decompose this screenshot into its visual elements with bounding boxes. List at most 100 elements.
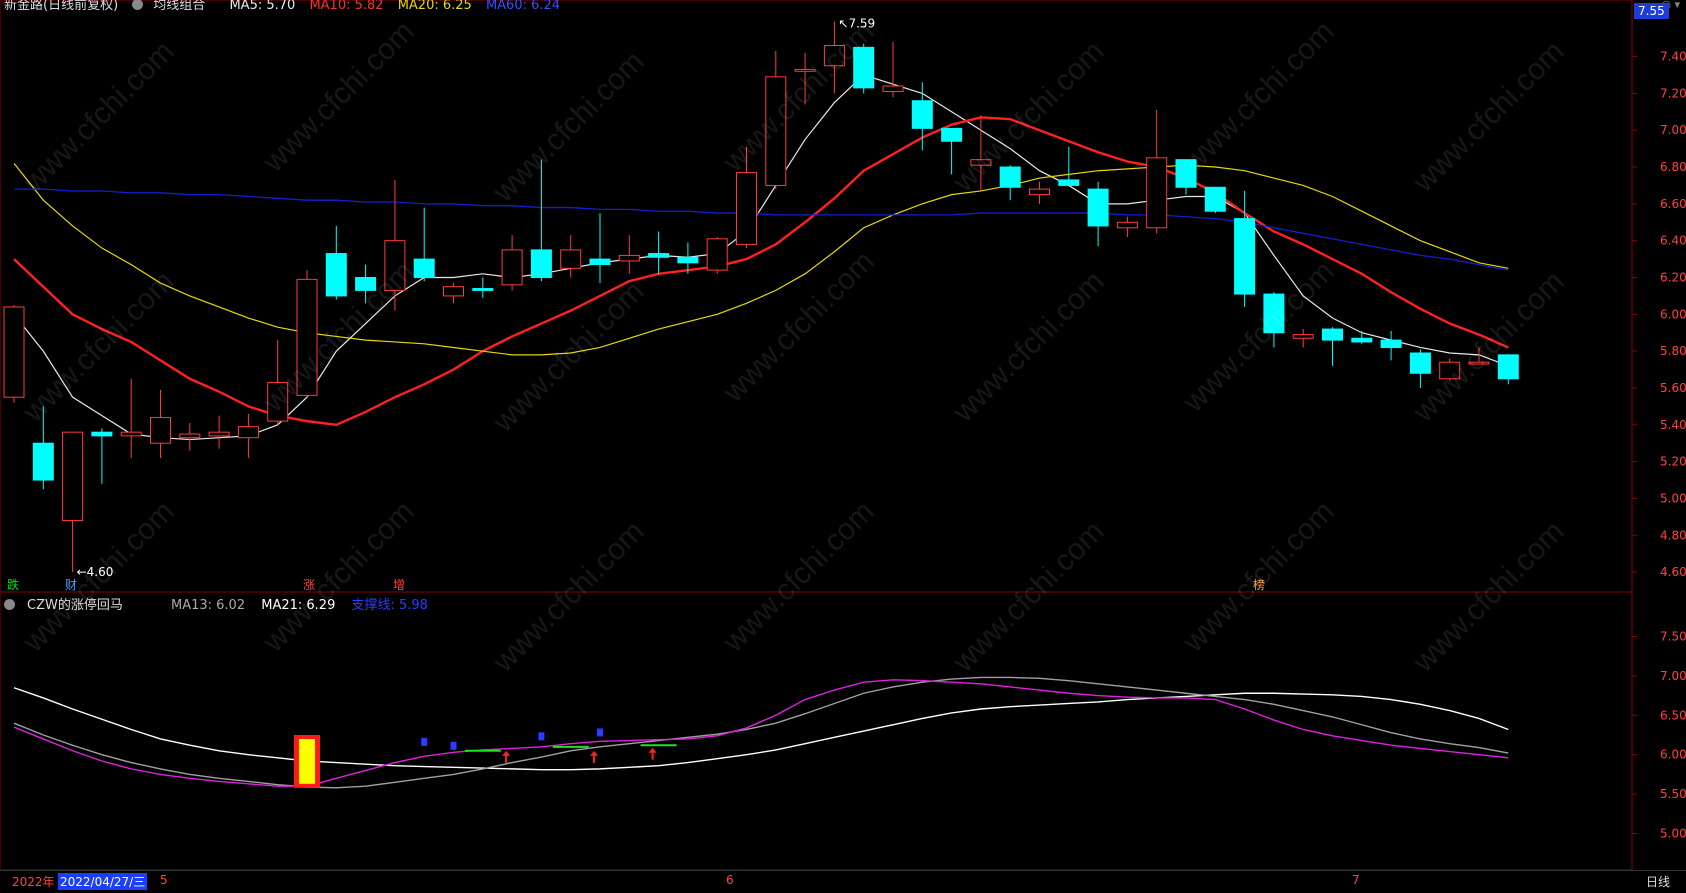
candle-up <box>794 68 816 72</box>
blue-signal-mark <box>538 732 545 741</box>
price-tick-label: 4.80 <box>1660 528 1686 542</box>
sub-indicator-name[interactable]: CZW的涨停回马 <box>27 598 123 613</box>
sub-series-line-2 <box>13 679 1509 787</box>
candle-up <box>267 381 289 422</box>
price-tick-label: 5.40 <box>1660 418 1686 432</box>
candle-up <box>736 172 757 245</box>
price-tick-label: 6.00 <box>1660 307 1686 321</box>
series-line-ma60 <box>14 188 1509 271</box>
candle-down <box>413 258 435 279</box>
buy-arrow-icon <box>590 750 598 763</box>
candle-up <box>384 240 406 291</box>
candle-down <box>648 253 670 258</box>
candle-up <box>150 416 171 444</box>
candle-up <box>970 159 992 166</box>
sub-tick-label: 7.00 <box>1660 669 1686 683</box>
price-tick-label: 7.40 <box>1660 50 1686 64</box>
event-badge-list[interactable]: 榜 <box>1252 576 1266 593</box>
candle-down <box>941 127 963 142</box>
candle-down <box>1204 186 1226 212</box>
candle-up <box>237 426 259 439</box>
year-label: 2022年 <box>12 875 55 889</box>
sub-tick-label: 5.50 <box>1660 787 1686 801</box>
candle-up <box>443 286 464 297</box>
period-label[interactable]: 日线 <box>1646 873 1670 890</box>
blue-signal-mark <box>597 728 603 737</box>
chart-canvas[interactable]: 7.40 7.20 7.00 6.80 6.60 6.40 6.20 6.00 5.80 5.60… <box>0 0 1686 892</box>
candle-down <box>32 442 54 481</box>
price-tick-label: 6.60 <box>1660 197 1686 211</box>
blue-signal-mark <box>450 741 457 750</box>
candle-down <box>1380 339 1402 348</box>
candle-down <box>1263 293 1285 334</box>
candle-down <box>1351 337 1373 343</box>
sub-series-line-0 <box>13 687 1509 771</box>
candle-down <box>853 46 875 89</box>
candle-up <box>179 433 201 439</box>
price-tick-label: 4.60 <box>1660 565 1686 579</box>
candle-down <box>589 258 611 266</box>
candle-up <box>62 431 84 522</box>
candle-down <box>1234 218 1256 295</box>
month-6-label: 6 <box>726 873 734 887</box>
price-tick-label: 5.60 <box>1660 381 1686 395</box>
sub-tick-label: 6.00 <box>1660 748 1686 762</box>
stock-title: 新金路(日线前复权) <box>4 0 119 13</box>
month-5-label: 5 <box>160 873 168 887</box>
event-badge-fall[interactable]: 跌 <box>6 576 20 593</box>
ma13-legend: MA13: 6.02 <box>170 598 246 613</box>
candle-up <box>618 254 640 262</box>
sub-tick-label: 6.50 <box>1660 708 1686 722</box>
candle-down <box>677 256 699 264</box>
price-tick-label: 6.20 <box>1660 271 1686 285</box>
candle-up <box>296 278 318 396</box>
price-tick-label: 5.80 <box>1660 344 1686 358</box>
event-badge-increase[interactable]: 增 <box>392 576 406 593</box>
price-tick-label: 5.00 <box>1660 491 1686 505</box>
candle-up <box>706 238 728 271</box>
candle-up <box>823 45 845 67</box>
candle-up <box>1029 188 1050 196</box>
high-price-label: ↖7.59 <box>838 17 875 31</box>
indicator-name[interactable]: 均线组合 <box>153 0 205 13</box>
candle-down <box>911 100 933 129</box>
candle-down <box>1058 179 1080 186</box>
support-legend: 支撑线: 5.98 <box>351 598 428 613</box>
candle-up <box>3 306 25 398</box>
dropdown-icon[interactable]: ▾ <box>1674 0 1680 11</box>
candle-up <box>501 249 523 286</box>
month-7-label: 7 <box>1352 873 1360 887</box>
candle-up <box>1439 361 1461 380</box>
candle-up <box>208 431 230 437</box>
ma21-legend: MA21: 6.29 <box>261 598 336 613</box>
candle-down <box>999 166 1021 188</box>
candle-up <box>560 249 582 269</box>
candle-down <box>530 249 552 279</box>
candle-down <box>1322 328 1343 341</box>
candle-up <box>1146 157 1168 229</box>
price-tick-label: 7.20 <box>1660 86 1686 100</box>
candle-down <box>325 253 347 297</box>
time-axis-bar: 2022年 2022/04/27/三 5 6 7 日线 <box>0 870 1686 893</box>
event-badge-finance[interactable]: 财 <box>64 576 78 593</box>
buy-arrow-icon <box>648 747 657 760</box>
sub-legend: CZW的涨停回马 MA13: 6.02 MA21: 6.29 支撑线: 5.98 <box>4 594 440 613</box>
series-line-ma10 <box>13 116 1509 427</box>
low-price-label: ←4.60 <box>77 565 114 579</box>
main-legend: 新金路(日线前复权) 均线组合 MA5: 5.70 MA10: 5.82 MA2… <box>4 0 570 13</box>
blue-signal-mark <box>421 737 428 746</box>
candle-up <box>882 85 904 93</box>
candle-up <box>120 431 142 437</box>
gear-icon[interactable] <box>132 0 144 10</box>
candle-down <box>91 431 113 437</box>
buy-arrow-icon <box>502 750 511 763</box>
sub-tick-label: 7.50 <box>1660 630 1686 644</box>
candle-up <box>1468 361 1490 365</box>
ma5-legend: MA5: 5.70 <box>229 0 296 13</box>
sub-tick-label: 5.00 <box>1660 826 1686 840</box>
price-tick-label: 6.40 <box>1660 234 1686 248</box>
event-badge-limitup[interactable]: 涨 <box>302 576 316 593</box>
series-line-ma5 <box>13 74 1509 441</box>
gear-icon[interactable] <box>4 599 15 610</box>
candle-down <box>355 277 377 291</box>
